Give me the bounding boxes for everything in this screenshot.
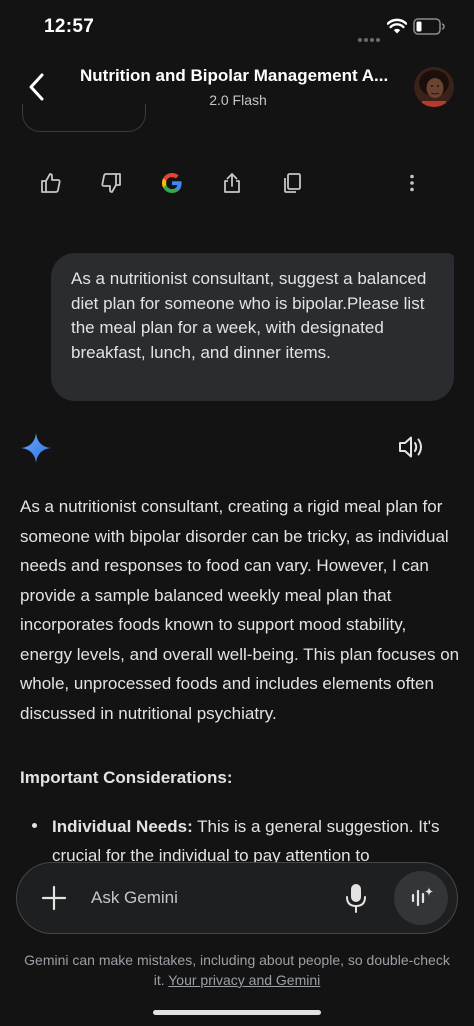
status-bar: 12:57 — [0, 0, 474, 52]
user-message-text: As a nutritionist consultant, suggest a … — [71, 269, 427, 362]
profile-photo — [414, 67, 454, 107]
back-button[interactable] — [22, 70, 50, 104]
bullet-bold-label: Individual Needs: — [52, 817, 193, 836]
response-action-row — [0, 166, 474, 200]
more-vertical-icon — [410, 174, 414, 192]
avatar[interactable] — [414, 67, 454, 107]
thumbs-down-button[interactable] — [94, 166, 128, 200]
user-message-bubble[interactable]: As a nutritionist consultant, suggest a … — [51, 253, 454, 401]
response-paragraph: As a nutritionist consultant, creating a… — [20, 497, 460, 723]
copy-icon — [284, 173, 301, 193]
share-button[interactable] — [215, 166, 249, 200]
chat-title[interactable]: Nutrition and Bipolar Management A... — [80, 66, 400, 86]
speaker-icon — [399, 436, 422, 458]
bullet-list: Individual Needs: This is a general sugg… — [20, 812, 460, 862]
list-item: Individual Needs: This is a general sugg… — [52, 812, 460, 862]
copy-button[interactable] — [275, 166, 309, 200]
gemini-sparkle-icon — [21, 433, 51, 463]
read-aloud-button[interactable] — [396, 432, 426, 462]
bullet-marker — [32, 823, 37, 828]
prompt-input-bar — [16, 862, 458, 934]
battery-icon — [413, 18, 445, 35]
thumbs-up-icon — [41, 173, 61, 193]
prompt-input[interactable] — [91, 877, 331, 919]
home-indicator[interactable] — [153, 1010, 321, 1015]
previous-card-edge — [22, 104, 146, 132]
google-g-icon — [162, 173, 182, 193]
more-options-button[interactable] — [395, 166, 429, 200]
thumbs-down-icon — [101, 173, 121, 193]
plus-icon — [41, 885, 67, 911]
share-icon — [224, 173, 240, 193]
google-search-button[interactable] — [155, 166, 189, 200]
wifi-icon — [387, 18, 407, 34]
disclaimer: Gemini can make mistakes, including abou… — [20, 950, 454, 990]
chevron-left-icon — [29, 73, 44, 101]
status-time: 12:57 — [44, 16, 95, 37]
microphone-button[interactable] — [341, 881, 371, 915]
thumbs-up-button[interactable] — [34, 166, 68, 200]
cellular-signal-icon — [358, 29, 382, 42]
considerations-heading: Important Considerations: — [20, 768, 233, 787]
microphone-icon — [346, 884, 366, 913]
live-waveform-icon — [411, 887, 433, 907]
gemini-live-button[interactable] — [394, 871, 448, 925]
add-attachment-button[interactable] — [39, 883, 69, 913]
privacy-link[interactable]: Your privacy and Gemini — [168, 972, 320, 988]
